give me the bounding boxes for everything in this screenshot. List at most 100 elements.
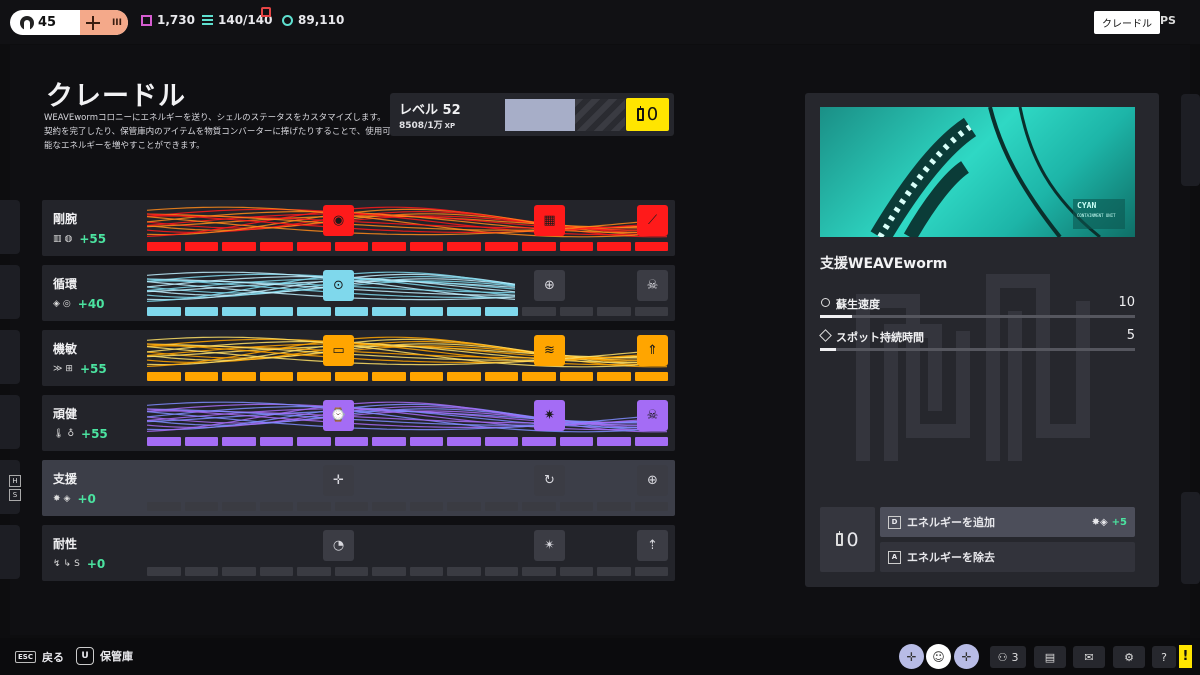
energy-segment: [559, 307, 593, 316]
scope-icon[interactable]: ⊕: [637, 465, 668, 496]
vault-button[interactable]: U 保管庫: [76, 647, 133, 665]
skull-icon[interactable]: ☠: [637, 270, 668, 301]
energy-segment: [222, 372, 256, 381]
energy-segment: [372, 502, 406, 511]
help-button[interactable]: ?: [1152, 646, 1176, 668]
energy-segments: [147, 502, 668, 511]
energy-segment: [147, 437, 181, 446]
energy-segment: [184, 307, 218, 316]
party-button[interactable]: ⚇ 3: [990, 646, 1026, 668]
stat-revive-fill: [820, 315, 852, 318]
player-level: 45: [10, 10, 80, 35]
thermo-clock-icon[interactable]: ⌚: [323, 400, 354, 431]
description-line-2: 契約を完了したり、保管庫内のアイテムを物質コンバーターに捧げたりすることで、使用…: [44, 127, 391, 151]
tooltip: クレードル: [1094, 11, 1160, 34]
stat-row-icons: ↯ ↳ S +0: [53, 557, 105, 571]
stat-row[interactable]: 耐性 ↯ ↳ S +0 ◔ ✴ ⇡: [42, 525, 675, 581]
row-side-tab: [0, 395, 20, 449]
chat-button[interactable]: ▤: [1034, 646, 1066, 668]
player-avatar-icon[interactable]: ☺: [926, 644, 951, 669]
energy-segment: [222, 242, 256, 251]
slash-icon[interactable]: ⟋: [637, 205, 668, 236]
timer-icon[interactable]: ◔: [323, 530, 354, 561]
burst-icon[interactable]: ✴: [534, 530, 565, 561]
stat-spot-value: 5: [1126, 328, 1135, 343]
vault-key-hint: U: [76, 647, 94, 665]
right-edge-tab: [1181, 94, 1200, 186]
stat-row-icon: ⊞: [65, 364, 73, 374]
energy-segments: [147, 307, 668, 316]
energy-segment: [447, 567, 481, 576]
remove-energy-label: エネルギーを除去: [907, 551, 995, 564]
energy-segment: [259, 502, 293, 511]
energy-segment: [297, 307, 331, 316]
energy-segment: [297, 567, 331, 576]
stat-row-bonus: +0: [86, 557, 106, 571]
stat-row[interactable]: 頑健 🌡 ♁ +55 ⌚ ✷ ☠: [42, 395, 675, 451]
stat-row[interactable]: 機敏 ≫ ⊞ +55 ▭ ≋ ⇑: [42, 330, 675, 386]
stat-row-name: 頑健: [53, 407, 78, 421]
player-level-pill[interactable]: 45 III: [10, 10, 128, 35]
energy-segment: [409, 242, 443, 251]
thermo-skull-icon[interactable]: ☠: [637, 400, 668, 431]
window-icon[interactable]: ▭: [323, 335, 354, 366]
image-label: CYAN: [1077, 201, 1097, 210]
stat-row-icon: S: [74, 559, 80, 569]
timer-glyph: ◔: [332, 538, 345, 553]
remove-energy-button[interactable]: A エネルギーを除去: [880, 542, 1135, 572]
energy-segment: [259, 567, 293, 576]
speed-glyph: ≋: [544, 343, 555, 358]
cradle-level-box: レベル 52 8508/1万 XP 0: [390, 93, 674, 136]
fist-shield-icon[interactable]: ◉: [323, 205, 354, 236]
energy-segment: [409, 502, 443, 511]
energy-segment: [372, 242, 406, 251]
stat-row-bonus: +0: [77, 492, 96, 506]
squad-slot-left[interactable]: ✛: [899, 644, 924, 669]
squad-slot-right[interactable]: ✛: [954, 644, 979, 669]
helmet-icon: [20, 15, 34, 30]
stat-row[interactable]: 循環 ◈ ◎ +40 ⊙ ⊕ ☠: [42, 265, 675, 321]
energy-weave: [147, 401, 668, 433]
stat-row-name: 循環: [53, 277, 78, 291]
arrow-up-icon[interactable]: ⇑: [637, 335, 668, 366]
back-button[interactable]: ESC 戻る: [15, 649, 64, 665]
fist-icon[interactable]: ▦: [534, 205, 565, 236]
speed-icon[interactable]: ≋: [534, 335, 565, 366]
worm-detail-card: CYAN CONTAINMENT UNIT 支援WEAVEworm 蘇生速度 1…: [805, 93, 1159, 587]
recycle-icon[interactable]: ↻: [534, 465, 565, 496]
energy-segment: [147, 307, 181, 316]
row-side-tab: [0, 330, 20, 384]
target-up-icon[interactable]: ⊕: [534, 270, 565, 301]
energy-segment: [634, 372, 668, 381]
energy-segment: [147, 242, 181, 251]
stat-revive-value: 10: [1118, 295, 1135, 310]
add-energy-button[interactable]: D エネルギーを追加 ✸◈ +5: [880, 507, 1135, 537]
thermo-burst-icon[interactable]: ✷: [534, 400, 565, 431]
help-label: ?: [1161, 650, 1167, 664]
stat-row-name: 剛腕: [53, 212, 78, 226]
mail-button[interactable]: ✉: [1073, 646, 1105, 668]
settings-button[interactable]: ⚙: [1113, 646, 1145, 668]
crosshair-icon[interactable]: ✛: [323, 465, 354, 496]
tier-value: III: [111, 17, 122, 28]
coin-icon: [282, 14, 293, 26]
add-key-hint: D: [888, 515, 901, 529]
energy-segment: [559, 242, 593, 251]
right-edge-tab-lower: [1181, 492, 1200, 584]
stat-row[interactable]: 支援 ✸ ◈ +0 ✛ ↻ ⊕: [42, 460, 675, 516]
stat-row[interactable]: 剛腕 ▥ ◍ +55 ◉ ▦ ⟋: [42, 200, 675, 256]
stat-row-icon: ▥: [53, 234, 62, 244]
currency-c: 89,110: [282, 13, 344, 27]
currency-a: 1,730: [141, 13, 195, 27]
slash-glyph: ⟋: [647, 213, 658, 228]
battery-up-icon[interactable]: ⇡: [637, 530, 668, 561]
camera-up-icon[interactable]: ⊙: [323, 270, 354, 301]
warning-button[interactable]: !: [1179, 645, 1192, 668]
energy-weave: [147, 271, 516, 302]
stat-row-name: 機敏: [53, 342, 78, 356]
mail-icon: ✉: [1084, 650, 1094, 664]
stat-row-icon: ↯: [53, 559, 61, 569]
energy-segment: [559, 437, 593, 446]
worm-energy: 0: [820, 507, 875, 572]
key-s: S: [9, 489, 21, 501]
